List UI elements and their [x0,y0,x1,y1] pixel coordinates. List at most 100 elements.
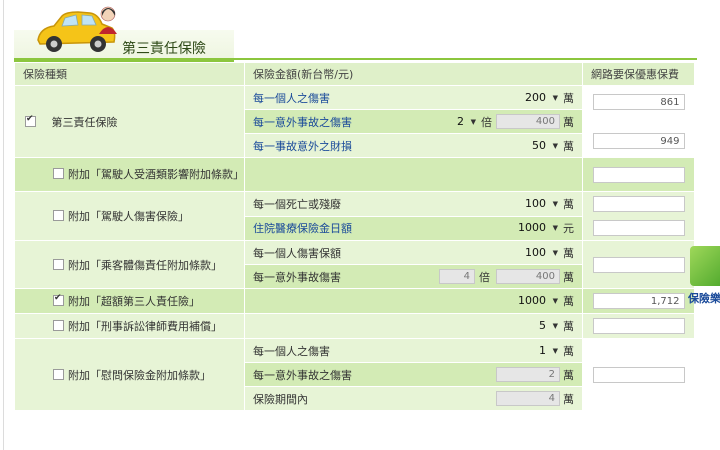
unit-label: 萬 [563,270,574,284]
row-label-cell: 附加「駕駛人傷害保險」 [14,191,245,241]
sub-row: 每一意外事故之傷害 2 倍 400 萬 [245,110,582,133]
unit-label: 倍 [479,270,490,284]
driver-injury-checkbox[interactable] [53,210,64,221]
amount-cell: 5 萬 [244,313,583,339]
amount-cell [244,157,583,192]
death-disability-label: 每一個死亡或殘廢 [253,198,341,211]
property-damage-select[interactable]: 50 [529,139,560,153]
consolation-checkbox[interactable] [53,368,64,380]
insurance-table: 保險種類 保險金額(新台幣/元) 網路要保優惠保費 第三責任保險 每一個人之傷害… [14,62,695,411]
premium-field[interactable]: 1,712 [592,293,685,309]
table-row-driver-injury: 附加「駕駛人傷害保險」 每一個死亡或殘廢 100 萬 住院醫療保險金日額 100… [14,191,695,241]
premium-cell [582,157,695,192]
premium-field[interactable] [592,366,685,383]
sub-row: 5 萬 [245,315,582,338]
policy-period-readonly: 4 [496,391,560,406]
premium-field[interactable]: 949 [592,133,685,149]
excess-liability-checkbox[interactable] [53,293,64,306]
multiplier-readonly: 4 [439,269,475,284]
table-row-alcohol: 附加「駕駛人受酒類影響附加條款」 [14,157,695,192]
premium-field[interactable] [592,166,685,183]
per-accident-result: 400 [496,269,560,284]
unit-label: 萬 [563,392,574,406]
legal-fee-label: 附加「刑事訴訟律師費用補償」 [68,320,222,333]
death-disability-select[interactable]: 100 [522,197,560,211]
hospital-daily-select[interactable]: 1000 [515,221,560,235]
row-label-cell: 附加「刑事訴訟律師費用補償」 [14,313,245,339]
premium-field[interactable] [592,318,685,334]
premium-cell: 861 949 [582,85,695,158]
hospital-daily-label: 住院醫療保險金日額 [253,222,352,235]
sub-row: 每一意外事故之傷害 2 萬 [245,363,582,386]
unit-label: 萬 [563,115,574,129]
premium-field[interactable] [592,196,685,212]
table-row-passenger: 附加「乘客體傷責任附加條款」 每一個人傷害保額 100 萬 每一意外事故傷害 4… [14,240,695,289]
alcohol-clause-label: 附加「駕駛人受酒類影響附加條款」 [68,167,244,181]
page-left-border [3,0,4,450]
amount-cell: 每一個死亡或殘廢 100 萬 住院醫療保險金日額 1000 元 [244,191,583,241]
premium-cell [582,191,695,241]
passenger-liability-label: 附加「乘客體傷責任附加條款」 [68,258,222,272]
column-header-type: 保險種類 [14,62,245,86]
per-person-injury-label: 每一個人傷害保額 [253,246,341,260]
column-header-amount: 保險金額(新台幣/元) [244,62,583,86]
excess-amount-select[interactable]: 1000 [515,294,560,308]
per-accident-readonly: 2 [496,367,560,382]
table-row-legal: 附加「刑事訴訟律師費用補償」 5 萬 [14,313,695,339]
table-row-consolation: 附加「慰問保險金附加條款」 每一個人之傷害 1 萬 每一意外事故之傷害 2 萬 … [14,338,695,411]
sub-row: 每一意外事故傷害 4 倍 400 萬 [245,265,582,288]
per-accident-injury-label: 每一意外事故傷害 [253,270,341,284]
floating-button-label: 保險樂 [688,292,720,305]
unit-label: 萬 [563,91,574,105]
sub-row: 每一事故意外之財損 50 萬 [245,134,582,157]
consolation-select[interactable]: 1 [536,344,560,358]
premium-cell [582,240,695,289]
row-label-cell: 第三責任保險 [14,85,245,158]
sub-row: 1000 萬 [245,290,582,313]
premium-cell [582,313,695,339]
per-accident-label: 每一意外事故之傷害 [253,115,352,129]
sub-row: 每一個人傷害保額 100 萬 [245,241,582,264]
third-party-label: 第三責任保險 [51,115,118,129]
unit-label: 萬 [563,368,574,382]
sub-row: 每一個人之傷害 200 萬 [245,86,582,109]
premium-field[interactable] [592,220,685,236]
property-damage-label: 每一事故意外之財損 [253,139,352,153]
multiplier-select[interactable]: 2 [454,115,478,129]
sub-row: 每一個人之傷害 1 萬 [245,339,582,362]
floating-insurance-button[interactable]: 保險樂 [688,246,720,306]
unit-label: 萬 [563,344,574,358]
per-person-injury-select[interactable]: 100 [522,246,560,260]
legal-fee-checkbox[interactable] [53,320,64,331]
unit-label: 萬 [563,246,574,260]
third-party-checkbox[interactable] [25,114,36,127]
unit-label: 萬 [563,198,574,211]
amount-cell: 1000 萬 [244,288,583,314]
alcohol-clause-checkbox[interactable] [53,167,64,179]
insurance-shield-icon [690,246,720,286]
amount-cell: 每一個人之傷害 200 萬 每一意外事故之傷害 2 倍 400 萬 每一事故意外… [244,85,583,158]
policy-period-label: 保險期間內 [253,392,308,406]
unit-label: 倍 [481,115,492,129]
row-label-cell: 附加「超額第三人責任險」 [14,288,245,314]
consolation-label: 附加「慰問保險金附加條款」 [68,368,211,382]
amount-cell: 每一個人傷害保額 100 萬 每一意外事故傷害 4 倍 400 萬 [244,240,583,289]
page-header: 第三責任保險 [14,0,697,62]
per-person-label: 每一個人之傷害 [253,91,330,105]
premium-field[interactable]: 861 [592,94,685,110]
row-label-cell: 附加「乘客體傷責任附加條款」 [14,240,245,289]
legal-fee-select[interactable]: 5 [536,319,560,333]
unit-label: 萬 [563,320,574,333]
per-person-select[interactable]: 200 [522,91,560,105]
passenger-liability-checkbox[interactable] [53,258,64,270]
sub-row: 每一個死亡或殘廢 100 萬 [245,192,582,216]
page-title: 第三責任保險 [122,41,206,57]
sub-row: 保險期間內 4 萬 [245,387,582,410]
row-label-cell: 附加「駕駛人受酒類影響附加條款」 [14,157,245,192]
per-person-label: 每一個人之傷害 [253,344,330,358]
unit-label: 萬 [563,295,574,308]
premium-field[interactable] [592,256,685,273]
unit-label: 萬 [563,139,574,153]
table-header-row: 保險種類 保險金額(新台幣/元) 網路要保優惠保費 [14,62,695,86]
table-row-excess: 附加「超額第三人責任險」 1000 萬 1,712 [14,288,695,314]
